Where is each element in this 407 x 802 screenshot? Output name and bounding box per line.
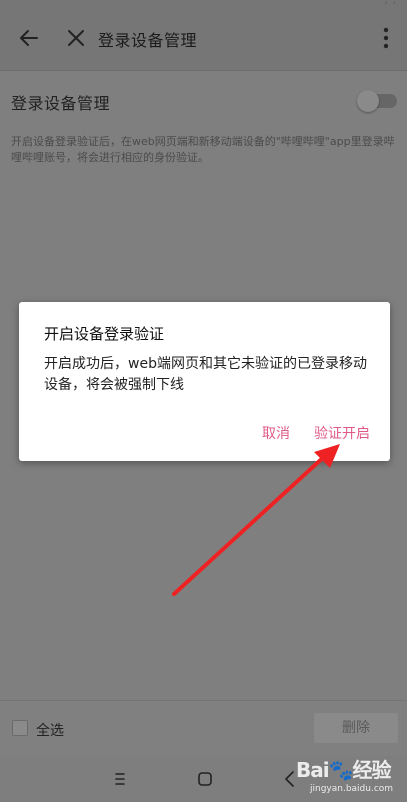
back-button[interactable] [13,22,45,54]
back-arrow-icon [20,30,38,46]
close-button[interactable] [60,22,92,54]
arrow-shaft [172,453,328,596]
toggle-knob [357,90,379,112]
select-all-checkbox[interactable] [12,720,28,736]
close-icon [68,30,84,46]
setting-description: 开启设备登录验证后，在web网页端和新移动端设备的"哔哩哔哩"app里登录哔哩哔… [11,135,395,164]
watermark-logo-text: Bai [296,758,330,782]
watermark-url: jingyan.baidu.com [310,784,394,794]
watermark-logo: Bai🐾经验 [296,754,392,783]
app-bar-divider [0,70,407,71]
home-button[interactable] [194,768,216,790]
dialog-message: 开启成功后，web端网页和其它未验证的已登录移动设备，将会被强制下线 [44,356,367,393]
page-title: 登录设备管理 [98,31,198,50]
baidu-jingyan-watermark: Bai🐾经验 jingyan.baidu.com [296,748,406,802]
delete-button[interactable]: 删除 [314,713,398,743]
device-login-toggle[interactable] [357,90,397,112]
confirm-enable-button[interactable]: 验证开启 [314,423,370,443]
status-indicator: • • [383,0,397,9]
page: • • 登录设备管理 登录设备管理 开启设备登录验证后，在web网页端和新移动端… [0,0,407,802]
dialog-title: 开启设备登录验证 [44,325,165,343]
menu-lines-icon [115,773,125,785]
home-square-icon [198,772,212,786]
app-bar: • • 登录设备管理 [0,0,407,70]
setting-title: 登录设备管理 [11,94,111,113]
more-vertical-icon [383,27,389,49]
confirm-dialog: 开启设备登录验证 开启成功后，web端网页和其它未验证的已登录移动设备，将会被强… [19,302,390,461]
more-options-button[interactable] [372,22,396,54]
cancel-button[interactable]: 取消 [262,423,290,443]
watermark-logo-text-2: 经验 [352,758,392,782]
select-all-label[interactable]: 全选 [36,720,64,740]
paw-icon: 🐾 [328,758,354,782]
recent-apps-button[interactable] [109,768,131,790]
